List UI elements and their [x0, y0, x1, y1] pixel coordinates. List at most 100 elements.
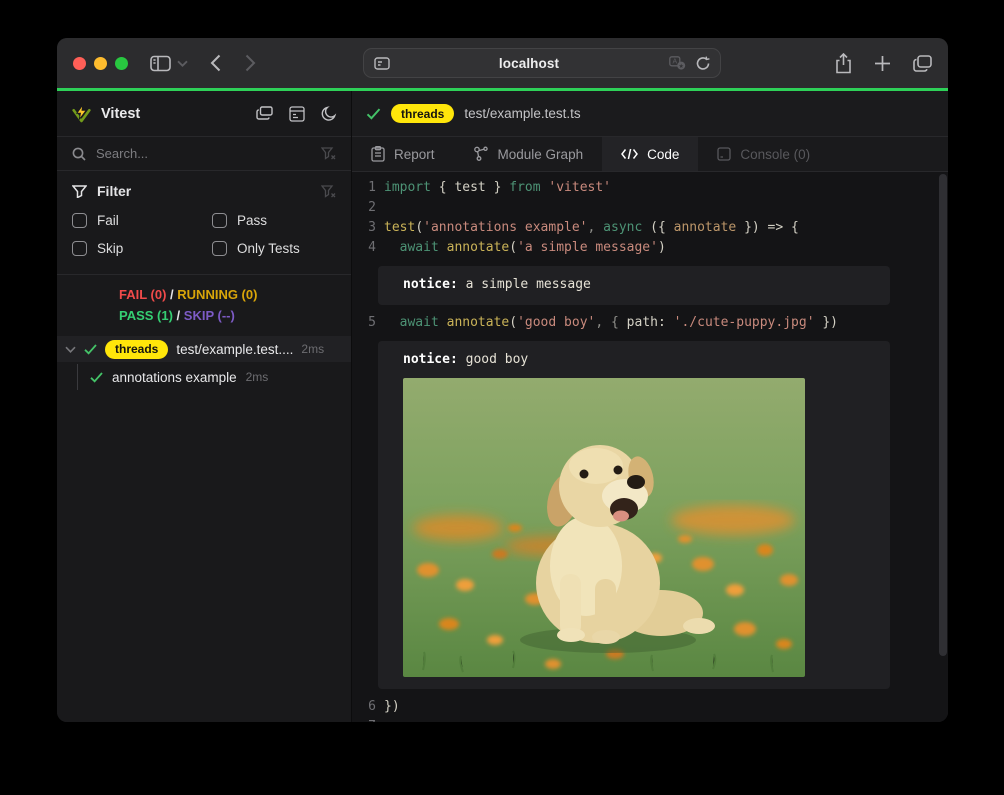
- filter-checkbox-only-tests[interactable]: Only Tests: [212, 241, 336, 256]
- code-text: await annotate('a simple message'): [376, 238, 666, 258]
- test-case-row[interactable]: annotations example 2ms: [57, 362, 351, 392]
- code-text: [376, 717, 384, 722]
- code-line: 5 await annotate('good boy', { path: './…: [352, 313, 948, 333]
- line-number: 7: [352, 717, 376, 722]
- share-icon[interactable]: [835, 53, 852, 74]
- line-number: 1: [352, 178, 376, 198]
- search-icon: [72, 147, 86, 161]
- browser-window: localhost A ★: [57, 38, 948, 722]
- pass-check-icon: [84, 344, 97, 355]
- notice-message: a simple message: [466, 277, 591, 292]
- skip-count: SKIP (--): [184, 308, 235, 323]
- reload-icon[interactable]: [696, 56, 710, 71]
- dashboard-icon[interactable]: [256, 106, 273, 122]
- pass-check-icon: [366, 108, 381, 120]
- dark-mode-moon-icon[interactable]: [321, 106, 337, 122]
- code-line: 1import { test } from 'vitest': [352, 178, 948, 198]
- page-settings-icon[interactable]: [374, 57, 390, 70]
- sidebar-chevron-down-icon[interactable]: [177, 60, 188, 67]
- tab-overview-icon[interactable]: [913, 55, 932, 72]
- console-icon: [717, 147, 731, 161]
- vertical-scrollbar[interactable]: [939, 174, 947, 656]
- test-file-duration: 2ms: [301, 342, 324, 356]
- address-bar[interactable]: localhost A ★: [363, 48, 721, 78]
- test-file-name: test/example.test....: [176, 342, 293, 357]
- running-count: RUNNING (0): [177, 287, 257, 302]
- cute-puppy-image: [403, 378, 805, 677]
- code-text: }): [376, 697, 400, 717]
- code-text: [376, 198, 384, 218]
- sidebar-header: Vitest: [57, 91, 351, 137]
- tab-report[interactable]: Report: [352, 137, 454, 171]
- notice-label: notice:: [403, 277, 466, 292]
- code-text: import { test } from 'vitest': [376, 178, 611, 198]
- test-status-summary: FAIL (0) / RUNNING (0) PASS (1) / SKIP (…: [57, 274, 351, 336]
- traffic-lights: [73, 57, 128, 70]
- open-file-path: test/example.test.ts: [464, 106, 580, 121]
- tab-code[interactable]: Code: [602, 137, 698, 171]
- code-text: await annotate('good boy', { path: './cu…: [376, 313, 838, 333]
- fail-count: FAIL (0): [119, 287, 166, 302]
- pass-check-icon: [90, 372, 103, 383]
- notice-text: notice: a simple message: [403, 277, 865, 293]
- pass-count: PASS (1): [119, 308, 173, 323]
- desktop: localhost A ★: [0, 0, 1004, 795]
- new-tab-icon[interactable]: [874, 55, 891, 72]
- line-number: 5: [352, 313, 376, 333]
- test-case-duration: 2ms: [246, 370, 269, 384]
- line-number: 4: [352, 238, 376, 258]
- minimize-window-button[interactable]: [94, 57, 107, 70]
- annotation-notice: notice: a simple message: [378, 266, 890, 305]
- checkbox-icon[interactable]: [72, 213, 87, 228]
- report-panel-icon[interactable]: [289, 106, 305, 122]
- code-editor[interactable]: 1import { test } from 'vitest'23test('an…: [352, 172, 948, 722]
- notice-label: notice:: [403, 352, 466, 367]
- filter-checkbox-pass[interactable]: Pass: [212, 213, 336, 228]
- back-button[interactable]: [210, 54, 221, 72]
- url-text: localhost: [390, 56, 669, 71]
- sidebar-toggle-icon[interactable]: [150, 55, 171, 72]
- filter-checkbox-fail[interactable]: Fail: [72, 213, 212, 228]
- annotation-notice: notice: good boy: [378, 341, 890, 689]
- svg-text:★: ★: [678, 63, 683, 70]
- chevron-down-icon[interactable]: [65, 346, 76, 353]
- annotation-attachment-image: [403, 378, 805, 677]
- close-window-button[interactable]: [73, 57, 86, 70]
- code-line: 6}): [352, 697, 948, 717]
- svg-text:A: A: [672, 59, 677, 66]
- checkbox-icon[interactable]: [72, 241, 87, 256]
- vitest-logo-icon: [71, 104, 92, 124]
- tab-module-graph[interactable]: Module Graph: [454, 137, 603, 171]
- code-body: 1import { test } from 'vitest'23test('an…: [352, 178, 948, 722]
- test-case-name: annotations example: [112, 370, 237, 385]
- code-line: 2: [352, 198, 948, 218]
- test-file-row[interactable]: threads test/example.test.... 2ms: [57, 336, 351, 362]
- filter-checkbox-skip[interactable]: Skip: [72, 241, 212, 256]
- line-number: 2: [352, 198, 376, 218]
- filter-heading: Filter: [97, 183, 131, 199]
- view-tabs: Report Module Graph: [352, 137, 948, 172]
- code-icon: [621, 148, 638, 160]
- line-number: 6: [352, 697, 376, 717]
- filter-section: Filter Fail: [57, 171, 351, 260]
- forward-button[interactable]: [245, 54, 256, 72]
- sidebar: Vitest: [57, 91, 352, 722]
- code-line: 3test('annotations example', async ({ an…: [352, 218, 948, 238]
- translate-icon[interactable]: A ★: [669, 56, 686, 70]
- file-header: threads test/example.test.ts: [352, 91, 948, 137]
- zoom-window-button[interactable]: [115, 57, 128, 70]
- browser-toolbar: localhost A ★: [57, 38, 948, 88]
- line-number: 3: [352, 218, 376, 238]
- search-input[interactable]: [96, 146, 321, 161]
- checkbox-icon[interactable]: [212, 213, 227, 228]
- main-pane: threads test/example.test.ts Report: [352, 91, 948, 722]
- search-bar[interactable]: [57, 137, 351, 171]
- checkbox-icon[interactable]: [212, 241, 227, 256]
- clear-filters-icon[interactable]: [321, 185, 336, 198]
- pool-badge: threads: [391, 104, 454, 123]
- filter-icon: [72, 185, 87, 198]
- module-graph-icon: [473, 146, 489, 162]
- app-title: Vitest: [101, 106, 140, 122]
- clear-search-filter-icon[interactable]: [321, 147, 336, 160]
- tab-console: Console (0): [698, 137, 829, 171]
